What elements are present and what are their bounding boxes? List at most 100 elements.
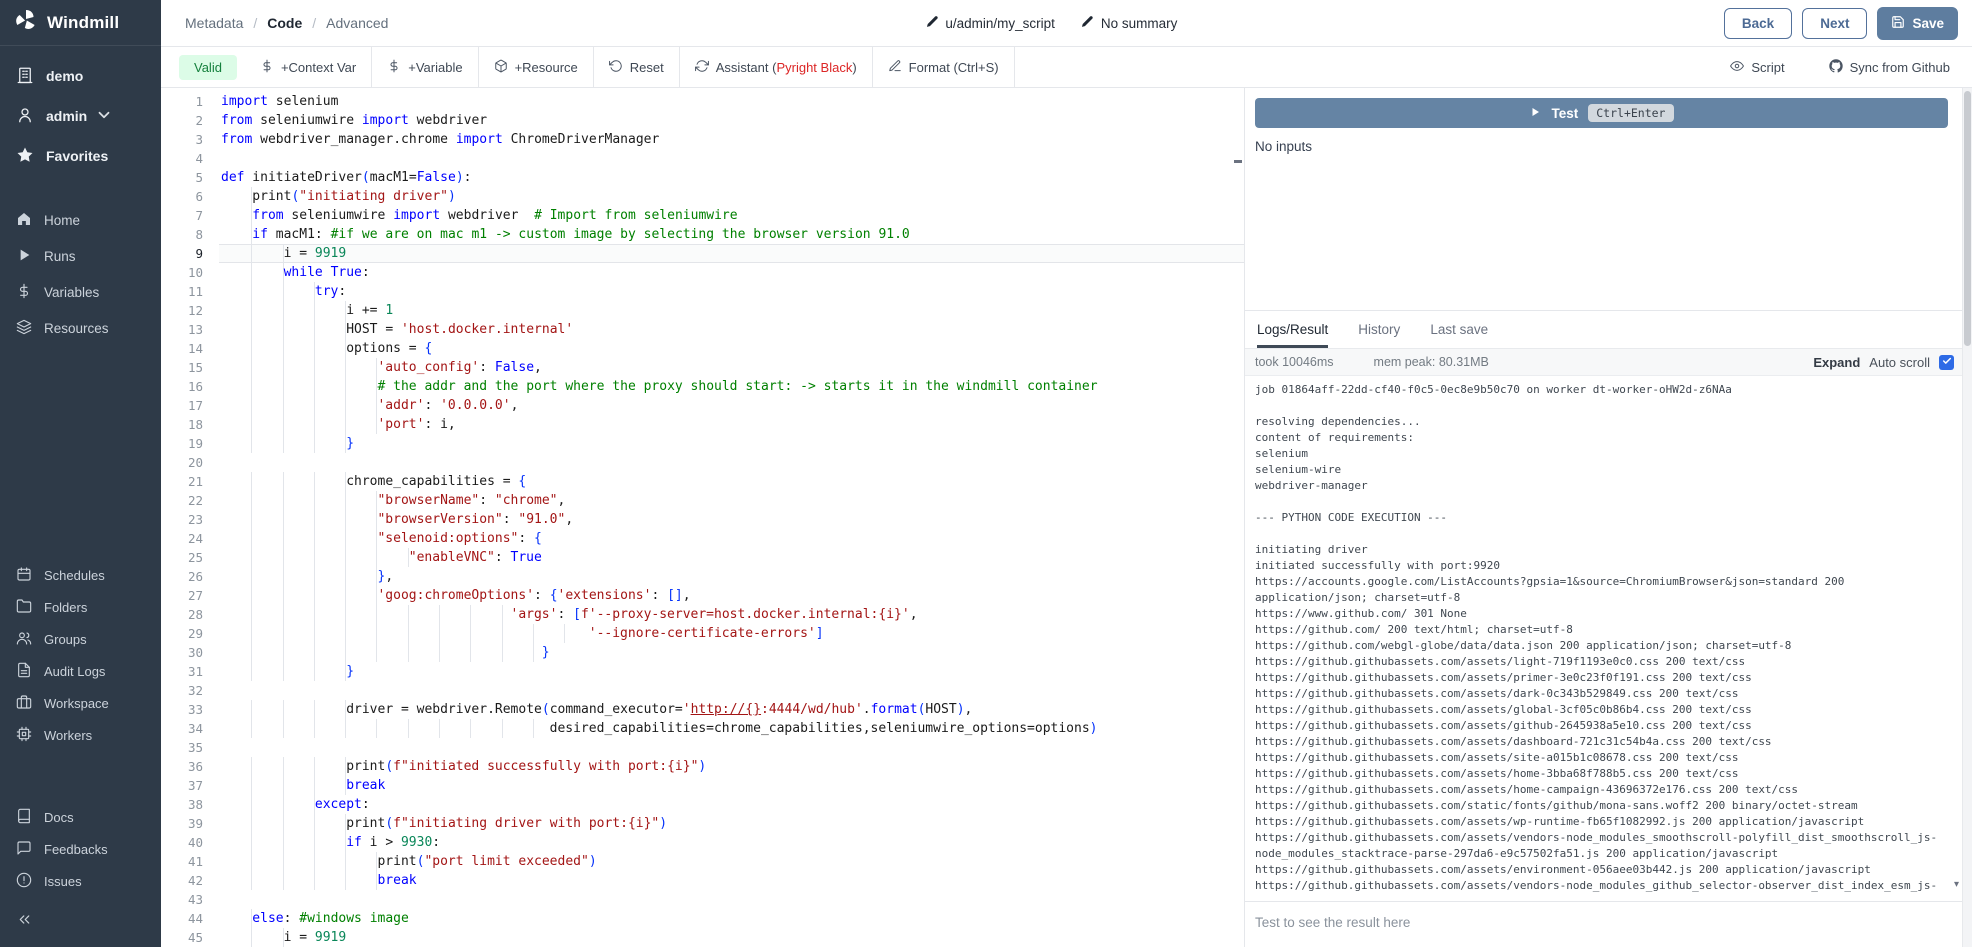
- autoscroll-checkbox[interactable]: [1939, 355, 1954, 370]
- inputs-section: Test Ctrl+Enter No inputs: [1245, 88, 1962, 311]
- save-button[interactable]: Save: [1877, 7, 1958, 40]
- sidebar-item-home[interactable]: Home: [0, 202, 161, 238]
- play-icon: [1529, 106, 1541, 121]
- line-number: 40: [167, 833, 203, 852]
- log-text: job 01864aff-22dd-cf40-f0c5-0ec8e9b50c70…: [1255, 382, 1948, 894]
- script-path[interactable]: u/admin/my_script: [925, 15, 1055, 31]
- sidebar-item-favorites[interactable]: Favorites: [0, 136, 161, 176]
- code-line: print("port limit exceeded"): [219, 852, 1244, 871]
- sidebar-item-groups[interactable]: Groups: [0, 623, 161, 655]
- star-icon: [16, 146, 34, 167]
- code-line: from seleniumwire import webdriver # Imp…: [219, 206, 1244, 225]
- sidebar-item-resources[interactable]: Resources: [0, 310, 161, 346]
- back-button[interactable]: Back: [1724, 8, 1792, 39]
- window-scrollbar[interactable]: [1962, 88, 1972, 947]
- toolbar-items: +Context Var+Variable +Resource Reset Assis…: [245, 47, 1015, 87]
- sidebar-item-workers[interactable]: Workers: [0, 719, 161, 751]
- sidebar-item-runs[interactable]: Runs: [0, 238, 161, 274]
- tab-history[interactable]: History: [1358, 311, 1400, 348]
- code-line: }: [219, 434, 1244, 453]
- editor-overview-ruler[interactable]: [1232, 88, 1244, 947]
- sidebar-group-0: demoadmin Favorites: [0, 56, 161, 176]
- line-number: 25: [167, 548, 203, 567]
- sync-from-github-button[interactable]: Sync from Github: [1829, 59, 1950, 76]
- sidebar-item-label: Favorites: [46, 148, 108, 164]
- code-line: def initiateDriver(macM1=False):: [219, 168, 1244, 187]
- reset-button[interactable]: Reset: [594, 47, 679, 87]
- line-number: 42: [167, 871, 203, 890]
- line-number: 31: [167, 662, 203, 681]
- assistant-button[interactable]: Assistant (Pyright Black): [680, 47, 872, 87]
- line-number: 39: [167, 814, 203, 833]
- sidebar-item-label: Docs: [44, 810, 74, 825]
- sidebar-item-schedules[interactable]: Schedules: [0, 559, 161, 591]
- tab-logs-result[interactable]: Logs/Result: [1257, 311, 1328, 348]
- sidebar-item-demo[interactable]: demo: [0, 56, 161, 96]
- building-icon: [16, 66, 34, 87]
- code-line: "browserName": "chrome",: [219, 491, 1244, 510]
- code-line: 'args': [f'--proxy-server=host.docker.in…: [219, 605, 1244, 624]
- duration-label: took 10046ms: [1255, 355, 1334, 369]
- eye-icon: [1730, 59, 1744, 76]
- expand-button[interactable]: Expand: [1813, 355, 1860, 370]
- line-number: 8: [167, 225, 203, 244]
- log-output[interactable]: job 01864aff-22dd-cf40-f0c5-0ec8e9b50c70…: [1245, 376, 1962, 901]
- code-line: '--ignore-certificate-errors']: [219, 624, 1244, 643]
- toolbar-item-label: Assistant (Pyright Black): [716, 60, 857, 75]
- line-number: 41: [167, 852, 203, 871]
- code-line: 'goog:chromeOptions': {'extensions': [],: [219, 586, 1244, 605]
- sidebar-item-label: Schedules: [44, 568, 105, 583]
- dollar-icon: [16, 283, 32, 302]
- scrollbar-thumb[interactable]: [1964, 91, 1971, 346]
- line-number: 33: [167, 700, 203, 719]
- line-number: 24: [167, 529, 203, 548]
- toolbar: Valid +Context Var+Variable+ResourceRese…: [161, 47, 1972, 88]
- line-number: 27: [167, 586, 203, 605]
- tab-last-save[interactable]: Last save: [1430, 311, 1488, 348]
- line-number: 30: [167, 643, 203, 662]
- sidebar-item-issues[interactable]: Issues: [0, 865, 161, 897]
- line-number: 9: [167, 244, 203, 263]
- code-editor[interactable]: 1234567891011121314151617181920212223242…: [161, 88, 1245, 947]
- code-line: "browserVersion": "91.0",: [219, 510, 1244, 529]
- sidebar-item-folders[interactable]: Folders: [0, 591, 161, 623]
- code-line: HOST = 'host.docker.internal': [219, 320, 1244, 339]
- sidebar-item-variables[interactable]: Variables: [0, 274, 161, 310]
- overview-ruler-mark: [1234, 160, 1242, 163]
- save-icon: [1891, 15, 1905, 32]
- line-number: 6: [167, 187, 203, 206]
- next-button[interactable]: Next: [1802, 8, 1867, 39]
- code-line: else: #windows image: [219, 909, 1244, 928]
- scroll-down-icon[interactable]: ▾: [1954, 877, 1959, 893]
- app-logo[interactable]: Windmill: [0, 0, 161, 46]
- tab-code[interactable]: Code: [267, 15, 302, 31]
- test-button[interactable]: Test Ctrl+Enter: [1255, 98, 1948, 128]
- toolbar-item-label: +Resource: [515, 60, 578, 75]
- format-ctrl-s-button[interactable]: Format (Ctrl+S): [873, 47, 1014, 87]
- sidebar-item-feedbacks[interactable]: Feedbacks: [0, 833, 161, 865]
- sidebar-item-docs[interactable]: Docs: [0, 801, 161, 833]
- script-summary[interactable]: No summary: [1081, 15, 1178, 31]
- resource-button[interactable]: +Resource: [479, 47, 593, 87]
- test-panel: Test Ctrl+Enter No inputs Logs/Result His…: [1245, 88, 1962, 947]
- variable-button[interactable]: +Variable: [372, 47, 477, 87]
- tab-metadata[interactable]: Metadata: [185, 15, 243, 31]
- editor-code[interactable]: import seleniumfrom seleniumwire import …: [219, 88, 1244, 947]
- chevrons-left-icon: [16, 911, 33, 933]
- sidebar: Windmill demoadmin Favorites HomeRunsVaria…: [0, 0, 161, 947]
- line-number: 37: [167, 776, 203, 795]
- sidebar-item-label: Audit Logs: [44, 664, 105, 679]
- code-line: while True:: [219, 263, 1244, 282]
- code-line: from seleniumwire import webdriver: [219, 111, 1244, 130]
- line-number: 38: [167, 795, 203, 814]
- line-number: 22: [167, 491, 203, 510]
- package-icon: [494, 59, 508, 76]
- sidebar-item-audit-logs[interactable]: Audit Logs: [0, 655, 161, 687]
- sidebar-item-admin[interactable]: admin: [0, 96, 161, 136]
- script-button[interactable]: Script: [1730, 59, 1784, 76]
- code-line: try:: [219, 282, 1244, 301]
- sidebar-item-workspace[interactable]: Workspace: [0, 687, 161, 719]
- tab-advanced[interactable]: Advanced: [326, 15, 388, 31]
- sidebar-collapse-button[interactable]: [0, 897, 161, 947]
- context-var-button[interactable]: +Context Var: [245, 47, 371, 87]
